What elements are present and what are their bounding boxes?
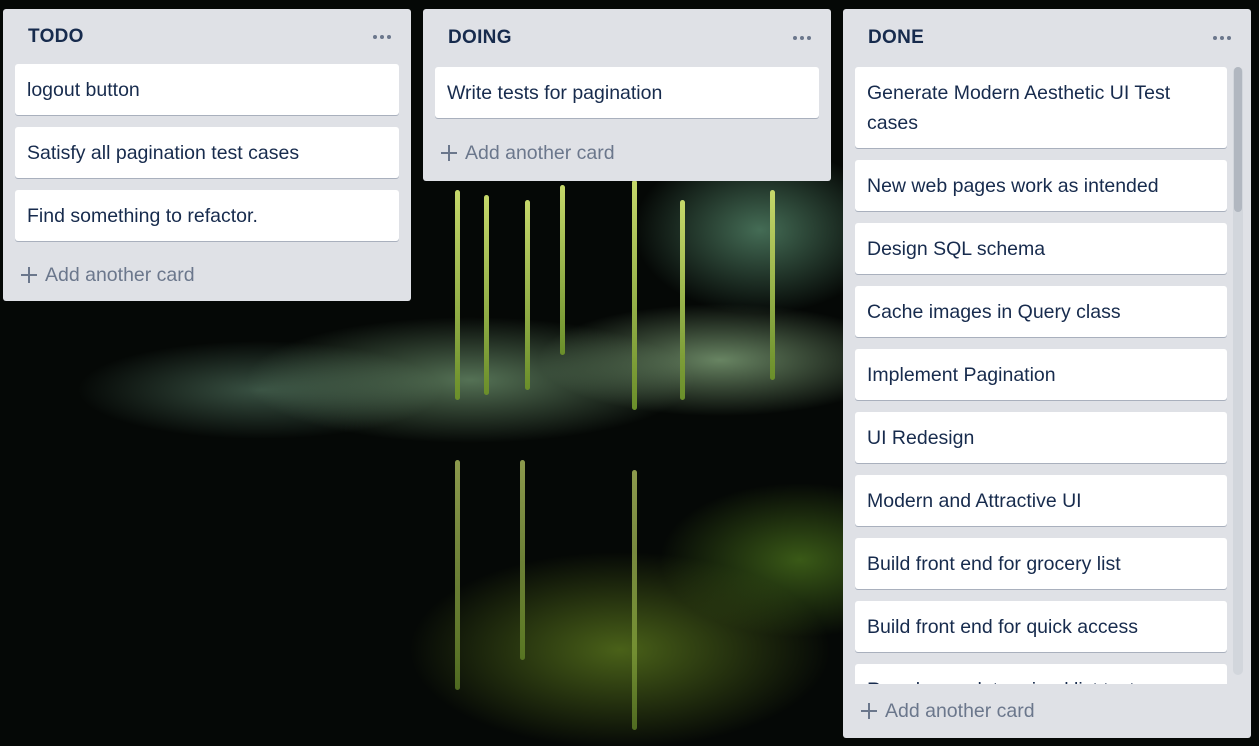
- list-header: DOING: [423, 9, 831, 67]
- plus-icon: [441, 145, 457, 161]
- card[interactable]: Generate Modern Aesthetic UI Test cases: [855, 67, 1227, 148]
- card[interactable]: Reorder predetermined list test: [855, 664, 1227, 684]
- card[interactable]: Modern and Attractive UI: [855, 475, 1227, 526]
- list-done: DONE Generate Modern Aesthetic UI Test c…: [843, 9, 1251, 738]
- scrollbar[interactable]: [1233, 67, 1243, 675]
- card[interactable]: Find something to refactor.: [15, 190, 399, 242]
- card[interactable]: Satisfy all pagination test cases: [15, 127, 399, 179]
- add-card-label: Add another card: [45, 263, 195, 286]
- card[interactable]: Build front end for quick access: [855, 601, 1227, 652]
- card[interactable]: Cache images in Query class: [855, 286, 1227, 337]
- list-title[interactable]: DOING: [448, 27, 512, 49]
- plus-icon: [21, 267, 37, 284]
- scrollbar-thumb[interactable]: [1234, 67, 1242, 212]
- card-scroll-area: Generate Modern Aesthetic UI Test cases …: [843, 67, 1251, 684]
- add-card-label: Add another card: [465, 141, 615, 164]
- more-horizontal-icon[interactable]: [371, 31, 393, 43]
- card[interactable]: Write tests for pagination: [435, 67, 819, 118]
- add-card-button[interactable]: Add another card: [843, 684, 1251, 738]
- card[interactable]: Design SQL schema: [855, 223, 1227, 274]
- card[interactable]: logout button: [15, 64, 399, 116]
- add-card-button[interactable]: Add another card: [3, 249, 411, 301]
- add-card-button[interactable]: Add another card: [423, 126, 831, 180]
- add-card-label: Add another card: [885, 699, 1035, 722]
- list-header: DONE: [843, 9, 1251, 67]
- card[interactable]: Implement Pagination: [855, 349, 1227, 400]
- card[interactable]: New web pages work as intended: [855, 160, 1227, 211]
- list-title[interactable]: DONE: [868, 27, 924, 49]
- card-list: Generate Modern Aesthetic UI Test cases …: [843, 67, 1251, 684]
- list-todo: TODO logout button Satisfy all paginatio…: [3, 9, 411, 301]
- card-list: Write tests for pagination: [423, 67, 831, 118]
- card-list: logout button Satisfy all pagination tes…: [3, 64, 411, 242]
- card[interactable]: Build front end for grocery list: [855, 538, 1227, 589]
- list-title[interactable]: TODO: [28, 26, 84, 48]
- list-header: TODO: [3, 9, 411, 64]
- list-doing: DOING Write tests for pagination Add ano…: [423, 9, 831, 181]
- card[interactable]: UI Redesign: [855, 412, 1227, 463]
- more-horizontal-icon[interactable]: [1211, 32, 1233, 44]
- plus-icon: [861, 703, 877, 719]
- more-horizontal-icon[interactable]: [791, 32, 813, 44]
